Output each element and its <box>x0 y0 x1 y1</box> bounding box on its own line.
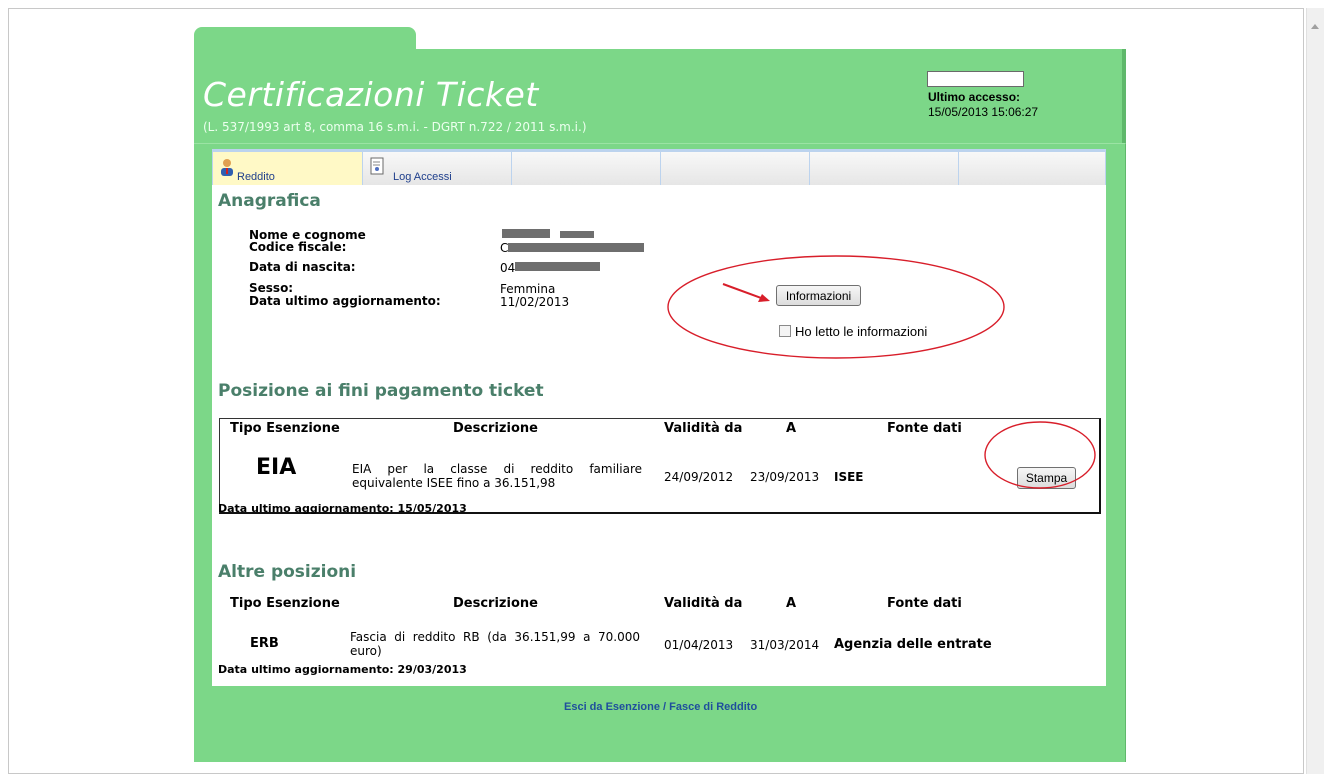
page-title: Certificazioni Ticket <box>203 75 539 114</box>
altre-code: ERB <box>250 636 279 651</box>
altre-updated: Data ultimo aggiornamento: 29/03/2013 <box>218 663 467 676</box>
sex-label: Sesso: <box>249 281 294 295</box>
birth-date-value: 04 <box>500 261 516 275</box>
col-tipo-esenzione: Tipo Esenzione <box>230 421 340 436</box>
tab-empty-4 <box>958 149 1106 185</box>
name-redaction <box>502 229 550 238</box>
last-update-value: 11/02/2013 <box>500 295 570 309</box>
tab-log-accessi-label: Log Accessi <box>393 171 452 183</box>
exit-link[interactable]: Esci da Esenzione / Fasce di Reddito <box>564 701 757 713</box>
last-update-label: Data ultimo aggiornamento: <box>249 294 441 308</box>
read-info-label: Ho letto le informazioni <box>795 324 928 339</box>
page-subtitle: (L. 537/1993 art 8, comma 16 s.m.i. - DG… <box>203 120 587 134</box>
altre-description: Fascia di reddito RB (da 36.151,99 a 70.… <box>350 630 640 658</box>
exemption-source: ISEE <box>834 470 864 484</box>
altre-col-tipo-esenzione: Tipo Esenzione <box>230 596 340 611</box>
altre-from: 01/04/2013 <box>664 638 734 652</box>
tab-bar: Reddito Log Accessi <box>212 149 1106 185</box>
last-access-value: 15/05/2013 15:06:27 <box>928 105 1039 119</box>
stampa-button[interactable]: Stampa <box>1017 467 1076 489</box>
altre-to: 31/03/2014 <box>750 638 820 652</box>
tab-empty-3 <box>809 149 958 185</box>
informazioni-button[interactable]: Informazioni <box>776 285 861 306</box>
sex-value: Femmina <box>500 282 556 296</box>
last-access-label: Ultimo accesso: <box>928 90 1021 104</box>
altre-title: Altre posizioni <box>218 562 357 582</box>
altre-source: Agenzia delle entrate <box>834 637 992 652</box>
user-name-box <box>927 71 1024 87</box>
posizione-title: Posizione ai fini pagamento ticket <box>218 381 544 401</box>
tab-log-accessi[interactable]: Log Accessi <box>362 149 511 185</box>
col-validita-da: Validità da <box>664 421 743 436</box>
content-panel: Reddito Log Accessi Anagrafica Nome e co… <box>212 149 1106 686</box>
read-info-checkbox[interactable] <box>779 325 791 337</box>
app-container: Certificazioni Ticket (L. 537/1993 art 8… <box>194 27 1126 762</box>
tab-reddito[interactable]: Reddito <box>212 149 362 185</box>
tab-reddito-label: Reddito <box>237 171 275 183</box>
scroll-up-arrow-icon[interactable] <box>1311 24 1319 29</box>
exemption-code: EIA <box>256 455 297 480</box>
tab-empty-2 <box>660 149 809 185</box>
altre-col-fonte-dati: Fonte dati <box>887 596 962 611</box>
document-icon <box>370 157 384 175</box>
birth-date-label: Data di nascita: <box>249 260 356 274</box>
exemption-to: 23/09/2013 <box>750 470 820 484</box>
birth-date-redaction <box>515 262 600 271</box>
altre-col-a: A <box>786 596 797 611</box>
exemption-from: 24/09/2012 <box>664 470 734 484</box>
altre-col-validita-da: Validità da <box>664 596 743 611</box>
header: Certificazioni Ticket (L. 537/1993 art 8… <box>194 49 1126 143</box>
anagrafica-title: Anagrafica <box>218 191 321 211</box>
exemption-updated: Data ultimo aggiornamento: 15/05/2013 <box>218 502 467 515</box>
header-tab-shape <box>194 27 416 51</box>
col-a: A <box>786 421 797 436</box>
altre-col-descrizione: Descrizione <box>453 596 538 611</box>
vertical-scrollbar[interactable] <box>1306 8 1324 774</box>
user-icon <box>221 159 233 176</box>
col-fonte-dati: Fonte dati <box>887 421 962 436</box>
fiscal-code-redaction <box>508 243 644 252</box>
surname-redaction <box>560 231 594 238</box>
fiscal-code-label: Codice fiscale: <box>249 240 347 254</box>
exemption-description: EIA per la classe di reddito familiare e… <box>352 462 642 490</box>
tab-empty-1 <box>511 149 660 185</box>
col-descrizione: Descrizione <box>453 421 538 436</box>
